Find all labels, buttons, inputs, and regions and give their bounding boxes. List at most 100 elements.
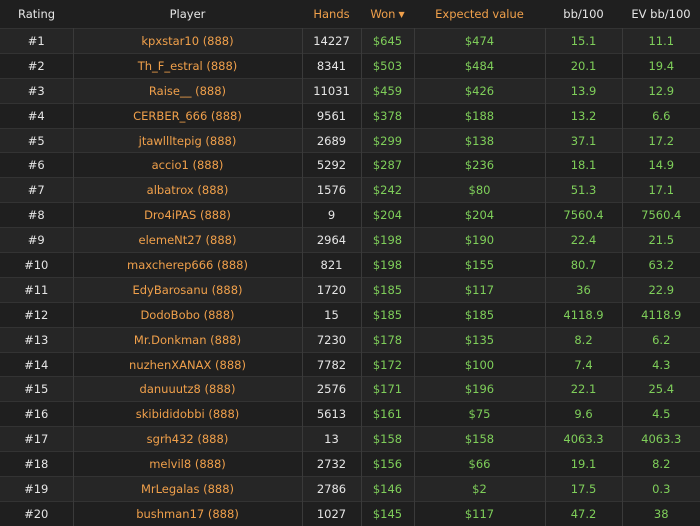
rank-cell: #18 xyxy=(0,451,74,477)
expected-value-cell: $66 xyxy=(414,451,546,477)
table-header: Rating Player Hands Won ▼ Expected value … xyxy=(0,0,700,29)
header-hands[interactable]: Hands xyxy=(302,0,361,29)
table-row: #8 Dro4iPAS (888) 9 $204 $204 7560.4 7560.4 xyxy=(0,202,700,228)
table-row: #1 kpxstar10 (888) 14227 $645 $474 15.1 11.1 xyxy=(0,28,700,54)
expected-value-cell: $196 xyxy=(414,376,546,402)
ev-bb100-cell: 22.9 xyxy=(622,276,700,303)
expected-value-cell: $204 xyxy=(414,202,546,228)
header-ev-bb100[interactable]: EV bb/100 xyxy=(622,0,700,29)
expected-value-cell: $75 xyxy=(414,401,546,427)
rank-cell: #2 xyxy=(0,52,74,79)
player-link[interactable]: danuuutz8 (888) xyxy=(73,376,303,402)
won-cell: $378 xyxy=(361,102,415,129)
player-link[interactable]: jtawllltepig (888) xyxy=(73,127,303,153)
table-row: #18 melvil8 (888) 2732 $156 $66 19.1 8.2 xyxy=(0,451,700,477)
ev-bb100-cell: 6.2 xyxy=(622,326,700,353)
table-row: #4 CERBER_666 (888) 9561 $378 $188 13.2 6.6 xyxy=(0,102,700,129)
rank-cell: #13 xyxy=(0,326,74,353)
player-link[interactable]: MrLegalas (888) xyxy=(73,476,303,502)
bb100-cell: 22.4 xyxy=(545,227,623,253)
player-link[interactable]: kpxstar10 (888) xyxy=(73,28,303,54)
header-rating[interactable]: Rating xyxy=(0,0,73,29)
leaderboard-table: Rating Player Hands Won ▼ Expected value … xyxy=(0,0,700,526)
ev-bb100-cell: 63.2 xyxy=(622,252,700,278)
ev-bb100-cell: 8.2 xyxy=(622,451,700,477)
table-row: #6 accio1 (888) 5292 $287 $236 18.1 14.9 xyxy=(0,152,700,178)
rank-cell: #9 xyxy=(0,227,74,253)
player-link[interactable]: Th_F_estral (888) xyxy=(73,52,303,79)
bb100-cell: 7560.4 xyxy=(545,202,623,228)
player-link[interactable]: EdyBarosanu (888) xyxy=(73,276,303,303)
won-cell: $156 xyxy=(361,451,415,477)
expected-value-cell: $117 xyxy=(414,500,546,526)
player-link[interactable]: maxcherep666 (888) xyxy=(73,252,303,278)
ev-bb100-cell: 14.9 xyxy=(622,152,700,178)
won-cell: $158 xyxy=(361,426,415,452)
table-row: #13 Mr.Donkman (888) 7230 $178 $135 8.2 6.2 xyxy=(0,326,700,353)
hands-cell: 7782 xyxy=(302,351,362,377)
caret-down-icon: ▼ xyxy=(398,10,405,19)
bb100-cell: 9.6 xyxy=(545,401,623,427)
rank-cell: #6 xyxy=(0,152,74,178)
bb100-cell: 80.7 xyxy=(545,252,623,278)
table-row: #17 sgrh432 (888) 13 $158 $158 4063.3 4063.3 xyxy=(0,426,700,452)
bb100-cell: 7.4 xyxy=(545,351,623,377)
header-bb100[interactable]: bb/100 xyxy=(545,0,622,29)
player-link[interactable]: skibididobbi (888) xyxy=(73,401,303,427)
player-link[interactable]: sgrh432 (888) xyxy=(73,426,303,452)
bb100-cell: 51.3 xyxy=(545,177,623,203)
rank-cell: #12 xyxy=(0,301,74,328)
player-link[interactable]: bushman17 (888) xyxy=(73,500,303,526)
bb100-cell: 4063.3 xyxy=(545,426,623,452)
won-cell: $198 xyxy=(361,227,415,253)
expected-value-cell: $474 xyxy=(414,28,546,54)
ev-bb100-cell: 38 xyxy=(622,500,700,526)
bb100-cell: 19.1 xyxy=(545,451,623,477)
player-link[interactable]: DodoBobo (888) xyxy=(73,301,303,328)
player-link[interactable]: nuzhenXANAX (888) xyxy=(73,351,303,377)
player-link[interactable]: elemeNt27 (888) xyxy=(73,227,303,253)
ev-bb100-cell: 4.3 xyxy=(622,351,700,377)
expected-value-cell: $188 xyxy=(414,102,546,129)
ev-bb100-cell: 19.4 xyxy=(622,52,700,79)
player-link[interactable]: accio1 (888) xyxy=(73,152,303,178)
table-row: #10 maxcherep666 (888) 821 $198 $155 80.7 63.2 xyxy=(0,252,700,278)
player-link[interactable]: Mr.Donkman (888) xyxy=(73,326,303,353)
bb100-cell: 13.9 xyxy=(545,77,623,104)
player-link[interactable]: Raise__ (888) xyxy=(73,77,303,104)
rank-cell: #16 xyxy=(0,401,74,427)
won-cell: $459 xyxy=(361,77,415,104)
won-cell: $242 xyxy=(361,177,415,203)
hands-cell: 1576 xyxy=(302,177,362,203)
rank-cell: #15 xyxy=(0,376,74,402)
hands-cell: 1027 xyxy=(302,500,362,526)
player-link[interactable]: CERBER_666 (888) xyxy=(73,102,303,129)
rank-cell: #5 xyxy=(0,127,74,153)
hands-cell: 2786 xyxy=(302,476,362,502)
table-row: #15 danuuutz8 (888) 2576 $171 $196 22.1 25.4 xyxy=(0,376,700,402)
table-row: #7 albatrox (888) 1576 $242 $80 51.3 17.1 xyxy=(0,177,700,203)
header-won[interactable]: Won ▼ xyxy=(361,0,414,29)
won-cell: $299 xyxy=(361,127,415,153)
ev-bb100-cell: 4118.9 xyxy=(622,301,700,328)
bb100-cell: 37.1 xyxy=(545,127,623,153)
player-link[interactable]: Dro4iPAS (888) xyxy=(73,202,303,228)
bb100-cell: 15.1 xyxy=(545,28,623,54)
header-player[interactable]: Player xyxy=(73,0,302,29)
table-row: #11 EdyBarosanu (888) 1720 $185 $117 36 22.9 xyxy=(0,276,700,303)
player-link[interactable]: albatrox (888) xyxy=(73,177,303,203)
player-link[interactable]: melvil8 (888) xyxy=(73,451,303,477)
bb100-cell: 18.1 xyxy=(545,152,623,178)
won-cell: $204 xyxy=(361,202,415,228)
rank-cell: #3 xyxy=(0,77,74,104)
won-cell: $145 xyxy=(361,500,415,526)
bb100-cell: 22.1 xyxy=(545,376,623,402)
hands-cell: 14227 xyxy=(302,28,362,54)
ev-bb100-cell: 11.1 xyxy=(622,28,700,54)
expected-value-cell: $426 xyxy=(414,77,546,104)
table-body: #1 kpxstar10 (888) 14227 $645 $474 15.1 11.1 #2… xyxy=(0,28,700,526)
ev-bb100-cell: 4063.3 xyxy=(622,426,700,452)
header-expected-value[interactable]: Expected value xyxy=(414,0,545,29)
bb100-cell: 36 xyxy=(545,276,623,303)
won-cell: $185 xyxy=(361,301,415,328)
